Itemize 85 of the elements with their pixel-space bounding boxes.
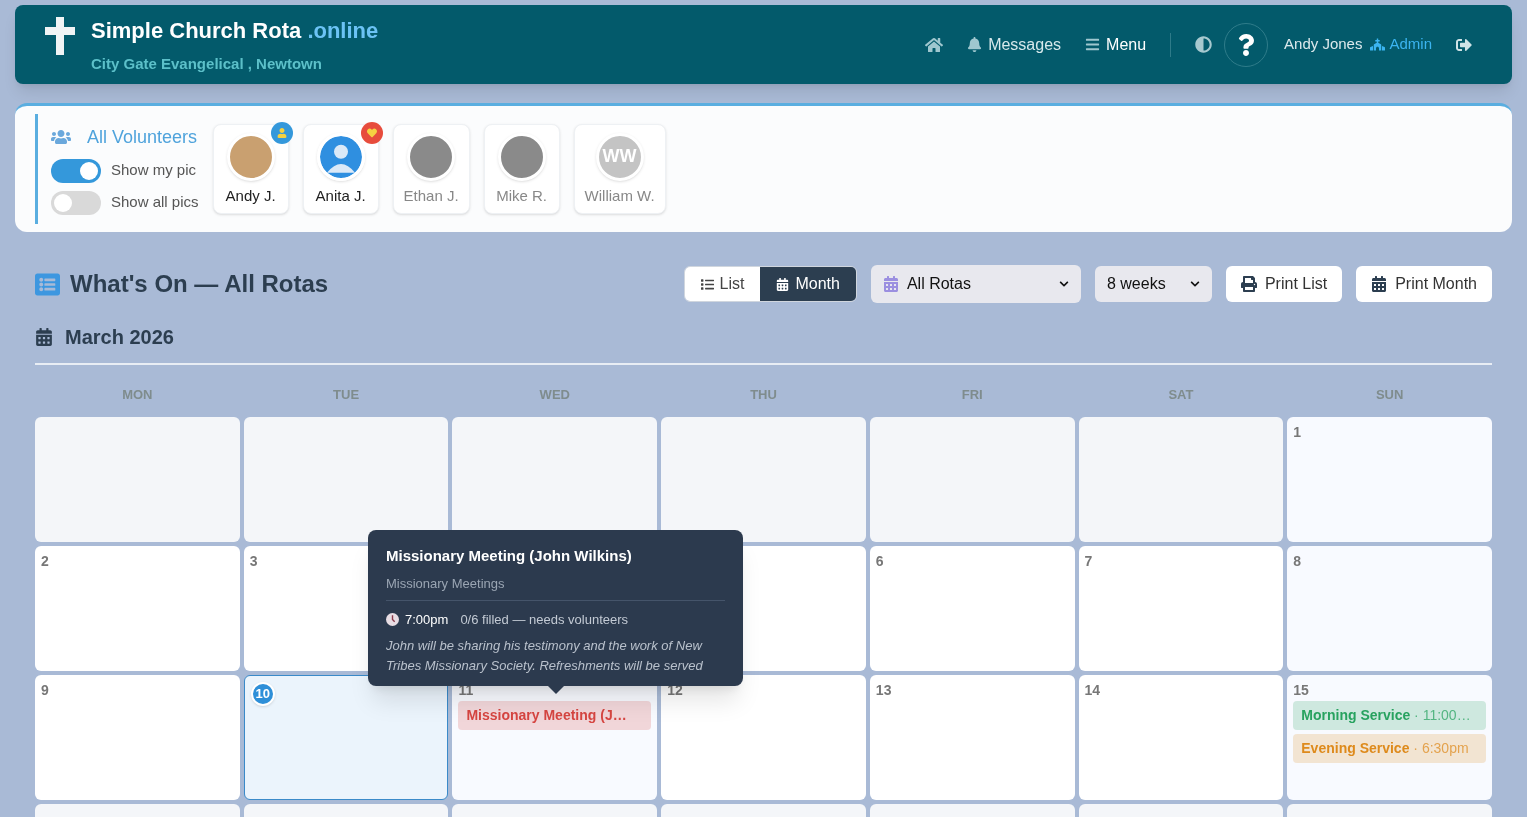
weeks-select[interactable]: 8 weeks xyxy=(1094,266,1212,302)
calendar-day-cell[interactable] xyxy=(661,416,866,542)
user-name: Andy Jones xyxy=(1284,34,1363,55)
month-heading: March 2026 xyxy=(65,325,174,350)
tooltip-status: 0/6 filled — needs volunteers xyxy=(460,611,629,629)
view-tab[interactable]: List xyxy=(684,267,761,301)
toggle-switch[interactable] xyxy=(51,158,101,183)
cross-logo-icon xyxy=(45,17,75,55)
tooltip-time: 7:00pm xyxy=(405,611,449,629)
event-chip[interactable]: Missionary Meeting (J… xyxy=(458,700,652,730)
print-list-button[interactable]: Print List xyxy=(1225,266,1343,302)
weekday-header: SAT xyxy=(1167,386,1195,404)
calendar-day-cell[interactable]: 6 xyxy=(869,545,1075,671)
weekday-header: THU xyxy=(749,386,778,404)
day-number: 2 xyxy=(41,551,49,568)
weekday-header: WED xyxy=(538,386,571,404)
weekday-header: FRI xyxy=(960,386,984,404)
calendar-day-cell[interactable] xyxy=(35,416,240,542)
calendar-day-cell[interactable] xyxy=(869,416,1075,542)
people-icon xyxy=(51,127,71,147)
messages-link[interactable]: Messages xyxy=(967,32,1062,57)
bell-icon xyxy=(967,37,983,52)
calendar-icon xyxy=(776,277,790,291)
weekday-header: TUE xyxy=(332,386,361,404)
calendar-day-cell[interactable]: 7 xyxy=(1078,545,1284,671)
calendar-icon xyxy=(35,328,53,346)
menu-icon xyxy=(1085,37,1101,52)
list-icon xyxy=(35,271,60,297)
heart-badge-icon xyxy=(360,121,383,144)
church-name: City Gate Evangelical , Newtown xyxy=(91,53,323,74)
home-icon[interactable] xyxy=(925,35,944,54)
print-month-button[interactable]: Print Month xyxy=(1356,266,1492,302)
church-icon xyxy=(1370,37,1386,52)
calendar-day-cell[interactable]: 1 xyxy=(1287,416,1492,542)
calendar-icon xyxy=(882,276,899,292)
weekday-header: MON xyxy=(121,386,154,404)
contrast-icon[interactable] xyxy=(1195,36,1213,53)
toggle-switch[interactable] xyxy=(51,190,101,215)
calendar-day-cell[interactable]: 9 xyxy=(35,674,240,800)
calendar-day-cell[interactable]: 14 xyxy=(1078,674,1284,800)
volunteer-name: Ethan J. xyxy=(403,185,459,206)
calendar-day-cell[interactable]: 10 xyxy=(243,674,449,800)
calendar-day-cell[interactable]: 2 xyxy=(35,545,240,671)
event-chip[interactable]: Morning Service · 11:00… xyxy=(1293,700,1486,730)
volunteer-card[interactable]: Mike R. xyxy=(483,123,560,215)
toggle-label: Show all pics xyxy=(111,192,199,213)
clock-icon xyxy=(386,613,399,627)
tooltip-subtitle: Missionary Meetings xyxy=(386,573,725,601)
calendar-day-cell[interactable] xyxy=(1078,416,1284,542)
menu-link[interactable]: Menu xyxy=(1085,32,1147,57)
calendar-day-cell[interactable] xyxy=(243,416,449,542)
page-title: What's On — All Rotas xyxy=(70,269,329,299)
day-number: 3 xyxy=(249,551,258,568)
rota-select[interactable]: All Rotas xyxy=(870,265,1081,303)
calendar-icon xyxy=(1371,276,1388,292)
chevron-down-icon xyxy=(1058,279,1069,289)
view-tab[interactable]: Month xyxy=(760,267,856,301)
day-number: 13 xyxy=(875,680,892,697)
app-title: Simple Church Rota .online xyxy=(91,16,379,45)
calendar-day-cell[interactable]: 15 Morning Service · 11:00… Evening Service · 6:30pm xyxy=(1287,674,1492,800)
day-number: 14 xyxy=(1084,680,1101,697)
chevron-down-icon xyxy=(1189,279,1200,289)
today-day-number: 10 xyxy=(250,681,275,706)
logout-icon[interactable] xyxy=(1456,36,1472,53)
day-number: 6 xyxy=(875,551,884,568)
person-badge-icon xyxy=(270,121,293,144)
day-number: 9 xyxy=(41,680,49,697)
all-volunteers-link[interactable]: All Volunteers xyxy=(87,123,198,151)
volunteer-name: Mike R. xyxy=(496,185,547,206)
list-icon xyxy=(700,277,714,291)
volunteer-name: Anita J. xyxy=(315,185,366,206)
volunteer-name: Andy J. xyxy=(225,185,276,206)
weekday-header: SUN xyxy=(1374,386,1405,404)
printer-icon xyxy=(1240,276,1257,292)
calendar-day-cell[interactable]: 8 xyxy=(1287,545,1492,671)
day-number: 8 xyxy=(1293,551,1302,568)
day-number: 1 xyxy=(1293,422,1302,439)
admin-link[interactable]: Admin xyxy=(1370,33,1432,56)
day-number: 15 xyxy=(1293,680,1309,697)
volunteer-card[interactable]: Ethan J. xyxy=(392,123,470,215)
volunteer-card[interactable]: WW William W. xyxy=(573,123,666,215)
volunteer-name: William W. xyxy=(584,185,655,206)
day-number: 7 xyxy=(1084,551,1093,568)
toggle-label: Show my pic xyxy=(111,160,197,181)
calendar-day-cell[interactable]: 13 xyxy=(869,674,1075,800)
